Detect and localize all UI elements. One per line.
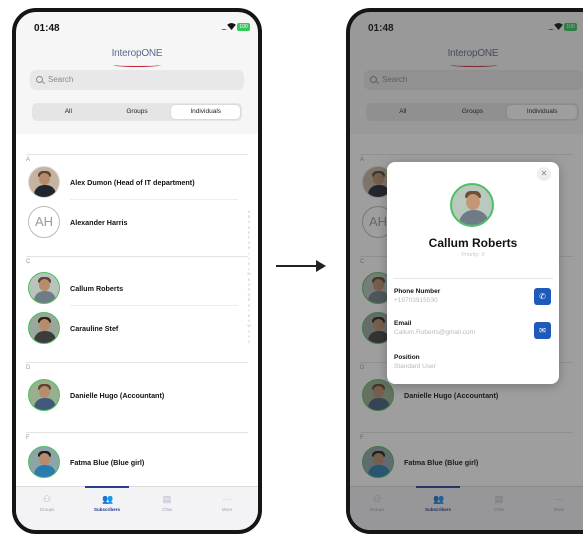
phone-value: +19703915530 <box>394 297 438 304</box>
alphabet-index[interactable]: ABCDEFGHIJKLMNOPQRSTUVWXYZ <box>246 210 252 345</box>
wifi-icon <box>227 23 236 30</box>
contact-row[interactable]: AH Alexander Harris <box>28 206 238 240</box>
phone-label: Phone Number <box>394 288 441 295</box>
contact-name: Callum Roberts <box>70 284 124 293</box>
contact-name: Carauline Stef <box>70 324 119 333</box>
avatar <box>28 446 60 478</box>
contact-list[interactable]: A Alex Dumon (Head of IT department) AH … <box>16 134 258 486</box>
contact-name: Fatma Blue (Blue girl) <box>70 458 145 467</box>
tab-label: Subscribers <box>93 507 120 512</box>
app-logo: InteropONE <box>111 48 163 59</box>
tab-bar: ⚇ Groups 👥 Subscribers ▤ Chat ··· More <box>16 486 258 530</box>
email-value: Callum.Roberts@gmail.com <box>394 329 476 336</box>
avatar <box>28 312 60 344</box>
contact-name: Danielle Hugo (Accountant) <box>70 391 165 400</box>
status-bar: 01:48 .... 100 <box>16 12 258 42</box>
section-header: A <box>26 154 248 163</box>
signal-icon: .... <box>221 23 227 32</box>
call-button[interactable]: ✆ <box>534 288 551 305</box>
contact-row[interactable]: Alex Dumon (Head of IT department) <box>28 166 238 200</box>
section-header: D <box>26 362 248 371</box>
avatar <box>28 166 60 198</box>
modal-avatar <box>450 183 494 227</box>
subscribers-icon: 👥 <box>102 494 114 504</box>
transition-arrow-icon <box>276 260 326 272</box>
screenshot-canvas: 01:48 .... 100 InteropONE Search All Gro… <box>0 0 583 536</box>
section-header: F <box>26 432 248 441</box>
tab-label: More <box>221 507 233 512</box>
tab-groups[interactable]: ⚇ Groups <box>22 494 72 513</box>
contact-detail-modal: ✕ Callum Roberts Priority: 9 Phone Numbe… <box>387 162 559 384</box>
phone-field: Phone Number +19703915530 <box>394 288 440 304</box>
phone-left: 01:48 .... 100 InteropONE Search All Gro… <box>12 8 262 534</box>
segment-individuals[interactable]: Individuals <box>171 105 241 119</box>
email-label: Email <box>394 320 412 327</box>
position-value: Standard User <box>394 363 436 370</box>
section-header: C <box>26 256 248 265</box>
contact-row[interactable]: Carauline Stef <box>28 312 238 346</box>
battery-icon: 100 <box>237 23 250 31</box>
search-input[interactable]: Search <box>30 70 244 90</box>
tab-indicator <box>85 486 129 488</box>
tab-more[interactable]: ··· More <box>202 494 252 513</box>
groups-icon: ⚇ <box>42 494 52 504</box>
contact-row[interactable]: Callum Roberts <box>28 272 238 306</box>
contact-name: Alex Dumon (Head of IT department) <box>70 178 195 187</box>
avatar <box>28 272 60 304</box>
tab-label: Groups <box>39 507 55 512</box>
avatar-initials: AH <box>28 206 60 238</box>
tab-label: Chat <box>162 507 172 512</box>
chat-icon: ▤ <box>162 494 172 504</box>
contact-row[interactable]: Fatma Blue (Blue girl) <box>28 446 238 480</box>
mail-icon: ✉ <box>539 326 546 335</box>
status-time: 01:48 <box>34 23 60 34</box>
modal-contact-name: Callum Roberts <box>428 236 518 250</box>
phone-icon: ✆ <box>539 292 546 301</box>
close-icon[interactable]: ✕ <box>537 167 551 181</box>
tab-subscribers[interactable]: 👥 Subscribers <box>82 494 132 513</box>
divider <box>393 278 553 279</box>
contact-row[interactable]: Danielle Hugo (Accountant) <box>28 379 238 413</box>
logo-swoosh <box>113 63 161 67</box>
contact-name: Alexander Harris <box>70 218 128 227</box>
segment-groups[interactable]: Groups <box>103 105 172 119</box>
segment-all[interactable]: All <box>34 105 103 119</box>
filter-segmented-control: All Groups Individuals <box>32 103 242 121</box>
search-icon <box>36 76 43 83</box>
avatar <box>28 379 60 411</box>
position-field: Position Standard User <box>394 354 436 370</box>
more-icon: ··· <box>222 494 232 504</box>
position-label: Position <box>394 354 420 361</box>
modal-priority: Priority: 9 <box>461 252 485 258</box>
email-field: Email Callum.Roberts@gmail.com <box>394 320 475 336</box>
tab-chat[interactable]: ▤ Chat <box>142 494 192 513</box>
search-placeholder: Search <box>48 75 74 84</box>
email-button[interactable]: ✉ <box>534 322 551 339</box>
